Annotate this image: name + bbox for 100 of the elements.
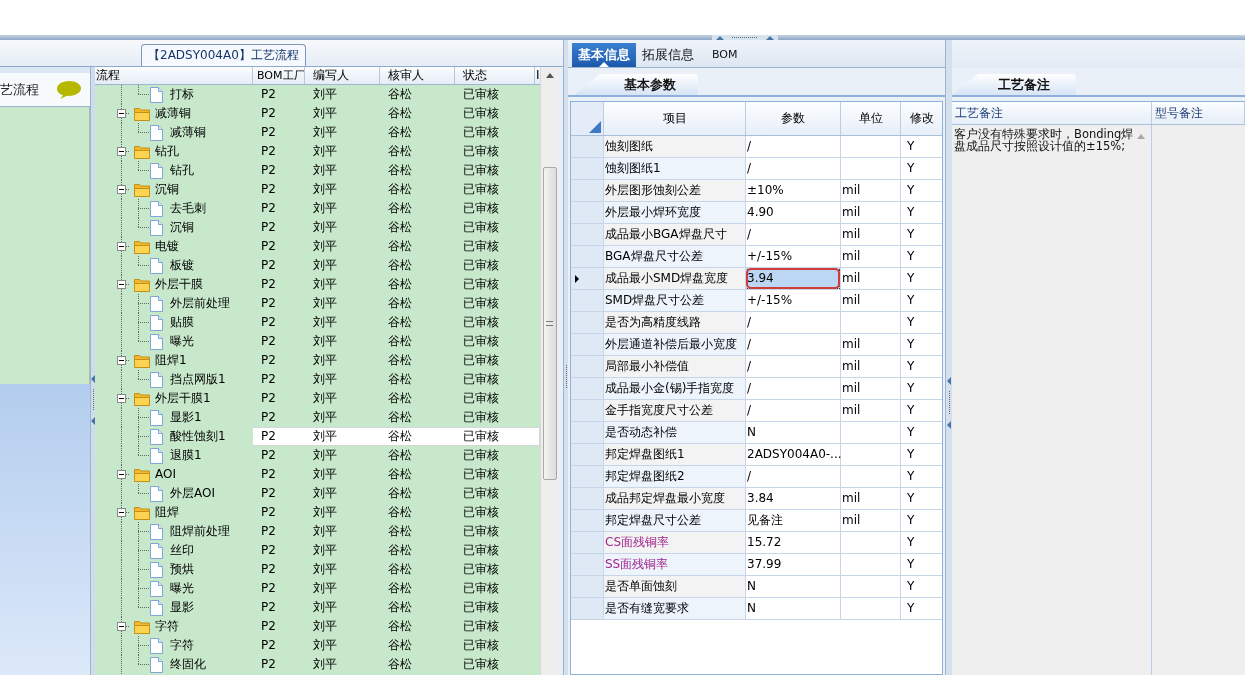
subtab[interactable]: 基本参数 — [574, 74, 698, 95]
table-cell-text: 谷松 — [387, 466, 413, 483]
tab[interactable]: 基本信息 — [572, 43, 636, 67]
table-cell-text: 谷松 — [387, 523, 413, 540]
param-value[interactable]: 15.72 — [746, 532, 841, 554]
table-cell-text: 已审核 — [462, 542, 500, 559]
param-value[interactable]: N — [746, 576, 841, 598]
table-cell-text: 刘平 — [312, 314, 338, 331]
table-cell-text: 刘平 — [312, 637, 338, 654]
param-name: 是否动态补偿 — [604, 422, 746, 444]
collapse-icon[interactable] — [117, 242, 126, 251]
unit-label: mil — [841, 290, 901, 312]
param-value[interactable]: 见备注 — [746, 510, 841, 532]
step-name: 钻孔 — [155, 143, 179, 160]
row-header[interactable] — [571, 268, 604, 290]
column-header[interactable]: BOM工厂 — [253, 67, 305, 84]
param-value[interactable]: 2ADSY004A0-... — [746, 444, 841, 466]
table-cell-text: 谷松 — [387, 333, 413, 350]
subtab[interactable]: 工艺备注 — [952, 74, 1076, 95]
sidebar-item[interactable]: 艺流程 — [0, 73, 90, 107]
param-value[interactable]: / — [746, 466, 841, 488]
column-header[interactable]: 型号备注 — [1152, 102, 1245, 124]
scrollbar[interactable] — [540, 67, 558, 675]
collapse-icon[interactable] — [117, 508, 126, 517]
param-value[interactable]: / — [746, 378, 841, 400]
table-cell-text: 谷松 — [387, 542, 413, 559]
table-cell-text: 谷松 — [387, 618, 413, 635]
table-cell-text: P2 — [260, 580, 277, 597]
param-name: 邦定焊盘尺寸公差 — [604, 510, 746, 532]
column-header[interactable]: 修改 — [901, 102, 942, 135]
table-cell-text: 刘平 — [312, 466, 338, 483]
collapse-icon[interactable] — [117, 356, 126, 365]
param-value[interactable]: 3.84 — [746, 488, 841, 510]
table-cell-text: P2 — [260, 276, 277, 293]
collapse-icon[interactable] — [117, 185, 126, 194]
collapse-icon[interactable] — [117, 109, 126, 118]
table-cell-text: 已审核 — [462, 561, 500, 578]
column-header[interactable]: 参数 — [746, 102, 841, 135]
param-value[interactable]: N — [746, 598, 841, 620]
step-name: 字符 — [155, 618, 179, 635]
scroll-up-icon[interactable] — [545, 73, 554, 78]
param-value[interactable]: ±10% — [746, 180, 841, 202]
column-header[interactable]: 工艺备注 — [952, 102, 1152, 124]
table-cell-text: 刘平 — [312, 219, 338, 236]
folder-icon — [134, 277, 150, 292]
collapse-icon[interactable] — [117, 147, 126, 156]
param-value[interactable]: / — [746, 356, 841, 378]
tab[interactable]: BOM — [700, 43, 750, 67]
select-all-corner[interactable] — [571, 102, 604, 135]
column-header[interactable]: 项目 — [604, 102, 746, 135]
table-cell-text: 已审核 — [462, 352, 500, 369]
table-cell-text: P2 — [260, 637, 277, 654]
table-cell-text: 刘平 — [312, 352, 338, 369]
file-icon — [150, 295, 163, 312]
tab[interactable]: 拓展信息 — [636, 43, 700, 67]
collapse-icon[interactable] — [117, 394, 126, 403]
file-icon — [150, 409, 163, 426]
table-cell-text: P2 — [260, 162, 277, 179]
column-header[interactable]: I — [535, 67, 541, 84]
param-value[interactable]: +/-15% — [746, 246, 841, 268]
file-icon — [150, 86, 163, 103]
param-value[interactable]: / — [746, 158, 841, 180]
table-cell-text: 谷松 — [387, 143, 413, 160]
table-cell-text: 刘平 — [312, 599, 338, 616]
table-cell-text: P2 — [260, 466, 277, 483]
folder-icon — [134, 391, 150, 406]
table-cell-text: 谷松 — [387, 504, 413, 521]
column-header[interactable]: 状态 — [455, 67, 535, 84]
column-header[interactable]: 单位 — [841, 102, 901, 135]
param-value[interactable]: N — [746, 422, 841, 444]
column-header[interactable]: 编写人 — [305, 67, 380, 84]
param-value[interactable]: 3.94 — [746, 268, 841, 290]
collapse-icon[interactable] — [117, 622, 126, 631]
table-cell-text: 已审核 — [462, 390, 500, 407]
table-cell-text: 谷松 — [387, 656, 413, 673]
step-name: 酸性蚀刻1 — [170, 428, 226, 445]
param-value[interactable]: / — [746, 224, 841, 246]
folder-icon — [134, 505, 150, 520]
collapse-icon[interactable] — [117, 470, 126, 479]
param-value[interactable]: 4.90 — [746, 202, 841, 224]
param-value[interactable]: / — [746, 312, 841, 334]
file-icon — [150, 656, 163, 673]
param-name: 成品邦定焊盘最小宽度 — [604, 488, 746, 510]
collapse-icon[interactable] — [117, 280, 126, 289]
step-name: 显影1 — [170, 409, 202, 426]
column-header[interactable]: 核审人 — [380, 67, 455, 84]
param-value[interactable]: / — [746, 136, 841, 158]
folder-icon — [134, 353, 150, 368]
file-icon — [150, 219, 163, 236]
param-value[interactable]: / — [746, 400, 841, 422]
column-header[interactable]: 流程 — [95, 67, 253, 84]
param-value[interactable]: / — [746, 334, 841, 356]
table-cell-text: P2 — [260, 656, 277, 673]
param-name: SMD焊盘尺寸公差 — [604, 290, 746, 312]
param-value[interactable]: 37.99 — [746, 554, 841, 576]
table-cell-text: 已审核 — [462, 504, 500, 521]
panel-title: 【2ADSY004A0】工艺流程 — [141, 44, 306, 66]
param-value[interactable]: +/-15% — [746, 290, 841, 312]
table-cell-text: P2 — [260, 409, 277, 426]
file-icon — [150, 428, 163, 445]
